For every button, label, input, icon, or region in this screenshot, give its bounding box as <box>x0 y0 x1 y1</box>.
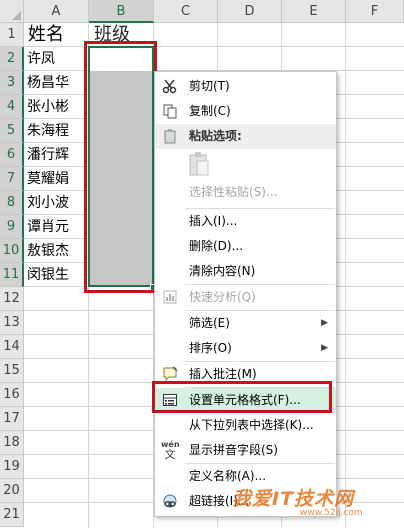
paste-button[interactable] <box>188 151 210 177</box>
phonetic-icon: wén 文 <box>161 441 180 461</box>
menu-label-delete: 删除(D)... <box>189 239 244 253</box>
menu-label-insert: 插入(I)... <box>189 214 238 228</box>
copy-icon <box>161 103 179 121</box>
menu-label-paste-special: 选择性粘贴(S)... <box>189 185 278 199</box>
column-header-b[interactable]: B <box>89 0 154 23</box>
row-header[interactable]: 20 <box>0 479 24 503</box>
menu-section-paste-options: 粘贴选项: <box>155 124 336 149</box>
row-header[interactable]: 4 <box>0 95 24 119</box>
column-header-c[interactable]: C <box>154 0 218 23</box>
menu-label-clear-contents: 清除内容(N) <box>189 264 256 278</box>
menu-item-quick-analysis[interactable]: 快速分析(Q) <box>155 285 336 310</box>
phonetic-icon-char: 文 <box>164 448 176 461</box>
row-header[interactable]: 21 <box>0 503 24 527</box>
row-header[interactable]: 6 <box>0 143 24 167</box>
menu-item-filter[interactable]: 筛选(E) ▶ <box>155 311 336 336</box>
row-header[interactable]: 16 <box>0 383 24 407</box>
context-menu: 剪切(T) 复制(C) 粘贴选项: 选择性粘贴(S)... 插入(I)... 删… <box>154 71 337 517</box>
row-header[interactable]: 18 <box>0 431 24 455</box>
menu-label-pick-from-list: 从下拉列表中选择(K)... <box>189 418 314 432</box>
row-header[interactable]: 5 <box>0 119 24 143</box>
annotation-red-box-format-cells <box>152 381 332 413</box>
row-header[interactable]: 2 <box>0 47 24 71</box>
menu-item-paste-special[interactable]: 选择性粘贴(S)... <box>155 180 336 205</box>
column-header-f[interactable]: F <box>346 0 404 23</box>
menu-label-paste-options: 粘贴选项: <box>189 129 242 143</box>
watermark-logo: 我爱IT技术网 <box>232 488 355 510</box>
menu-item-insert[interactable]: 插入(I)... <box>155 209 336 234</box>
cell-a3[interactable]: 杨昌华 <box>27 71 87 95</box>
column-header-e[interactable]: E <box>282 0 346 23</box>
cell-a8[interactable]: 刘小波 <box>27 191 87 215</box>
menu-item-clear-contents[interactable]: 清除内容(N) <box>155 259 336 284</box>
menu-label-copy: 复制(C) <box>189 104 231 118</box>
row-header[interactable]: 10 <box>0 239 24 263</box>
row-header[interactable]: 12 <box>0 287 24 311</box>
menu-label-cut: 剪切(T) <box>189 79 230 93</box>
menu-item-cut[interactable]: 剪切(T) <box>155 74 336 99</box>
column-header-d[interactable]: D <box>218 0 282 23</box>
submenu-arrow-icon: ▶ <box>321 343 328 353</box>
row-header[interactable]: 7 <box>0 167 24 191</box>
menu-label-sort: 排序(O) <box>189 341 232 355</box>
row-header[interactable]: 9 <box>0 215 24 239</box>
row-header[interactable]: 19 <box>0 455 24 479</box>
paste-icon <box>189 152 209 176</box>
menu-item-pick-from-list[interactable]: 从下拉列表中选择(K)... <box>155 413 336 438</box>
cell-a4[interactable]: 张小彬 <box>27 95 87 119</box>
menu-item-phonetic[interactable]: wén 文 显示拼音字段(S) <box>155 438 336 463</box>
quick-analysis-icon <box>161 289 179 307</box>
menu-label-filter: 筛选(E) <box>189 316 230 330</box>
cell-a7[interactable]: 莫耀娟 <box>27 167 87 191</box>
column-header-a[interactable]: A <box>24 0 89 23</box>
menu-item-delete[interactable]: 删除(D)... <box>155 234 336 259</box>
row-header[interactable]: 15 <box>0 359 24 383</box>
submenu-arrow-icon: ▶ <box>321 318 328 328</box>
row-header[interactable]: 14 <box>0 335 24 359</box>
row-header[interactable]: 17 <box>0 407 24 431</box>
annotation-red-box-selection <box>84 41 157 293</box>
hyperlink-icon <box>161 493 179 511</box>
scissors-icon <box>161 78 179 96</box>
row-header[interactable]: 8 <box>0 191 24 215</box>
clipboard-icon <box>161 128 179 146</box>
cell-a2[interactable]: 许凤 <box>27 47 87 71</box>
row-header[interactable]: 13 <box>0 311 24 335</box>
row-header[interactable]: 1 <box>0 23 24 47</box>
row-header[interactable]: 11 <box>0 263 24 287</box>
cell-a9[interactable]: 谭肖元 <box>27 215 87 239</box>
row-header[interactable]: 3 <box>0 71 24 95</box>
menu-item-copy[interactable]: 复制(C) <box>155 99 336 124</box>
menu-item-sort[interactable]: 排序(O) ▶ <box>155 336 336 361</box>
select-all-corner[interactable] <box>0 0 24 23</box>
menu-label-phonetic: 显示拼音字段(S) <box>189 443 278 457</box>
cell-a11[interactable]: 闵银生 <box>27 263 87 287</box>
gridline <box>345 23 346 528</box>
cell-a5[interactable]: 朱海程 <box>27 119 87 143</box>
watermark-url: www.52ij.com <box>300 508 363 518</box>
cell-a1[interactable]: 姓名 <box>28 23 88 47</box>
cell-a10[interactable]: 敖银杰 <box>27 239 87 263</box>
menu-label-quick-analysis: 快速分析(Q) <box>189 290 256 304</box>
cell-a6[interactable]: 潘行辉 <box>27 143 87 167</box>
